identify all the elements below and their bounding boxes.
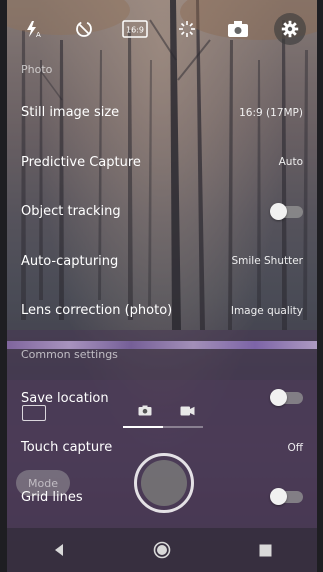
recents-icon[interactable] bbox=[250, 535, 280, 565]
settings-gear-icon[interactable] bbox=[274, 13, 307, 45]
toggle-knob bbox=[270, 389, 287, 407]
switch-camera-icon[interactable] bbox=[223, 14, 253, 44]
screen-bezel-right bbox=[317, 0, 323, 572]
camera-settings-screen: Mode A 16:9 Photo Still image size 16:9 … bbox=[0, 0, 323, 572]
timer-icon[interactable] bbox=[69, 14, 99, 44]
setting-value: Smile Shutter bbox=[231, 255, 303, 268]
section-header-photo: Photo bbox=[21, 62, 53, 76]
setting-value: Image quality bbox=[230, 304, 303, 317]
setting-touch-capture[interactable]: Touch capture Off bbox=[7, 423, 317, 473]
setting-object-tracking[interactable]: Object tracking bbox=[7, 187, 317, 237]
home-icon[interactable] bbox=[147, 535, 177, 565]
setting-label: Grid lines bbox=[21, 489, 83, 505]
setting-value: Off bbox=[287, 441, 304, 454]
setting-save-location[interactable]: Save location bbox=[7, 374, 317, 424]
back-icon[interactable] bbox=[44, 535, 74, 565]
setting-label: Touch capture bbox=[21, 440, 113, 456]
setting-label: Predictive Capture bbox=[21, 154, 141, 170]
svg-text:A: A bbox=[36, 31, 41, 39]
section-header-common: Common settings bbox=[21, 348, 118, 361]
save-location-toggle[interactable] bbox=[270, 389, 303, 407]
toggle-knob bbox=[270, 488, 287, 506]
grid-lines-toggle[interactable] bbox=[270, 488, 303, 506]
screen-bezel-left bbox=[0, 0, 7, 572]
setting-label: Object tracking bbox=[21, 204, 121, 220]
flash-auto-icon[interactable]: A bbox=[18, 14, 48, 44]
setting-still-image-size[interactable]: Still image size 16:9 (17MP) bbox=[7, 88, 317, 138]
setting-label: Still image size bbox=[21, 105, 120, 121]
svg-text:16:9: 16:9 bbox=[126, 26, 144, 35]
white-balance-icon[interactable] bbox=[172, 14, 202, 44]
setting-label: Save location bbox=[21, 390, 109, 406]
setting-value: Auto bbox=[278, 156, 303, 169]
setting-value: 16:9 (17MP) bbox=[239, 106, 303, 119]
setting-label: Lens correction (photo) bbox=[21, 303, 173, 319]
setting-label: Auto-capturing bbox=[21, 253, 119, 269]
setting-grid-lines[interactable]: Grid lines bbox=[7, 473, 317, 523]
system-nav-bar bbox=[7, 528, 317, 572]
object-tracking-toggle[interactable] bbox=[270, 202, 303, 220]
settings-list: Photo Still image size 16:9 (17MP) Predi… bbox=[7, 50, 317, 522]
setting-predictive-capture[interactable]: Predictive Capture Auto bbox=[7, 138, 317, 188]
toggle-knob bbox=[270, 202, 287, 220]
setting-auto-capturing[interactable]: Auto-capturing Smile Shutter bbox=[7, 237, 317, 287]
setting-lens-correction[interactable]: Lens correction (photo) Image quality bbox=[7, 286, 317, 336]
aspect-ratio-icon[interactable]: 16:9 bbox=[120, 14, 150, 44]
